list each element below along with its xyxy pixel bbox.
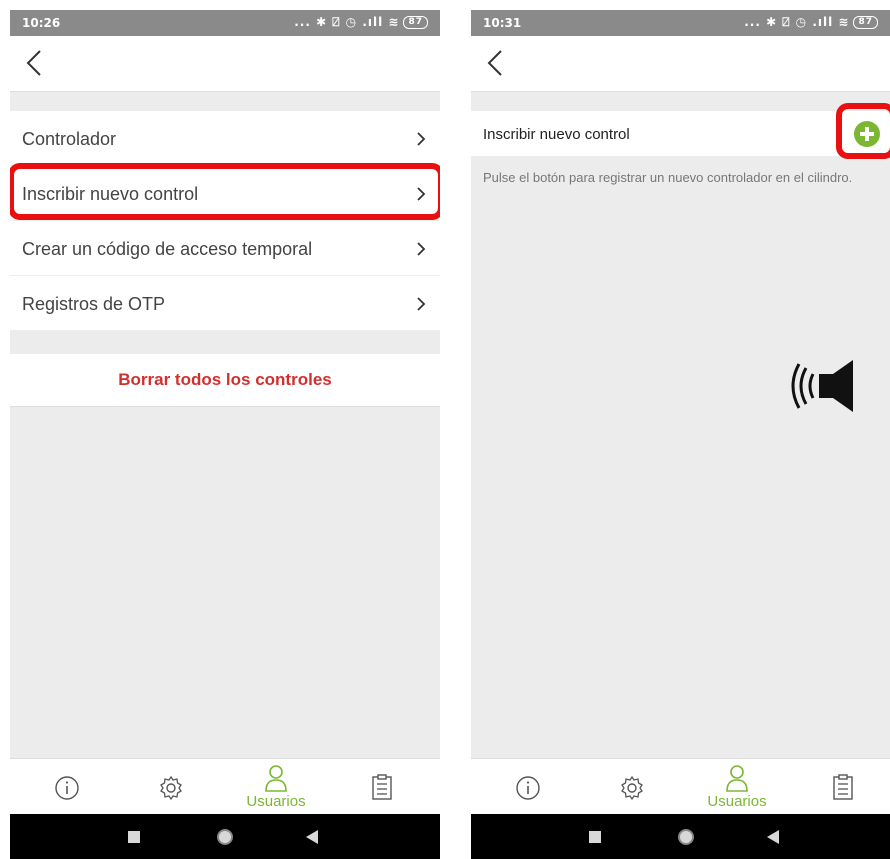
nav-usuarios[interactable]: Usuarios (697, 759, 777, 815)
nav-info[interactable] (488, 759, 568, 815)
system-nav-bar (10, 814, 440, 859)
square-icon[interactable] (589, 831, 601, 843)
user-icon (726, 765, 748, 792)
back-button[interactable] (483, 48, 509, 78)
status-icons: ... ✱ ⍁ ◷ .ıll ≋ 87 (744, 15, 878, 30)
app-bar (10, 36, 440, 92)
menu-item-label: Registros de OTP (22, 294, 166, 314)
nav-records[interactable] (803, 759, 883, 815)
settings-menu: Controlador Inscribir nuevo control Crea… (10, 111, 440, 331)
menu-item-label: Controlador (22, 129, 117, 149)
back-button[interactable] (22, 48, 48, 78)
status-bar: 10:31 ... ✱ ⍁ ◷ .ıll ≋ 87 (471, 10, 890, 36)
nav-settings[interactable] (592, 759, 672, 815)
highlight-box (836, 103, 890, 159)
info-icon (516, 776, 540, 800)
battery-icon: 87 (403, 16, 428, 29)
nav-usuarios[interactable]: Usuarios (236, 759, 316, 815)
back-chevron-icon (26, 50, 41, 76)
status-icons: ... ✱ ⍁ ◷ .ıll ≋ 87 (294, 15, 428, 30)
circle-icon[interactable] (677, 828, 695, 846)
highlight-box (10, 163, 440, 220)
nav-info[interactable] (27, 759, 107, 815)
instruction-text: Pulse el botón para registrar un nuevo c… (483, 170, 853, 185)
circle-icon[interactable] (216, 828, 234, 846)
page-title: Inscribir nuevo control (483, 126, 630, 143)
delete-all-controls-button[interactable]: Borrar todos los controles (10, 354, 440, 407)
menu-item-label: Crear un código de acceso temporal (22, 239, 313, 259)
bottom-nav: Usuarios (10, 758, 440, 815)
menu-item-registros-otp[interactable]: Registros de OTP (10, 276, 440, 331)
chevron-right-icon (417, 132, 426, 146)
clipboard-icon (833, 774, 853, 800)
status-time: 10:26 (22, 16, 61, 30)
menu-item-controlador[interactable]: Controlador (10, 111, 440, 166)
menu-item-codigo-temporal[interactable]: Crear un código de acceso temporal (10, 221, 440, 276)
right-phone-screen: 10:31 ... ✱ ⍁ ◷ .ıll ≋ 87 Inscribir nuev… (471, 10, 890, 859)
battery-icon: 87 (853, 16, 878, 29)
nav-usuarios-label: Usuarios (707, 793, 767, 810)
nav-records[interactable] (342, 759, 422, 815)
app-bar (471, 36, 890, 92)
nav-usuarios-label: Usuarios (246, 793, 306, 810)
status-indicator-icons: ... ✱ ⍁ ◷ .ıll ≋ (744, 15, 850, 29)
status-time: 10:31 (483, 16, 522, 30)
left-phone-screen: 10:26 ... ✱ ⍁ ◷ .ıll ≋ 87 Controlador In… (10, 10, 440, 859)
chevron-right-icon (417, 242, 426, 256)
chevron-right-icon (417, 297, 426, 311)
info-icon (55, 776, 79, 800)
square-icon[interactable] (128, 831, 140, 843)
system-nav-bar (471, 814, 890, 859)
delete-all-label: Borrar todos los controles (118, 370, 332, 389)
clipboard-icon (372, 774, 392, 800)
nav-settings[interactable] (131, 759, 211, 815)
bottom-nav: Usuarios (471, 758, 890, 815)
status-indicator-icons: ... ✱ ⍁ ◷ .ıll ≋ (294, 15, 400, 29)
triangle-back-icon[interactable] (767, 830, 779, 844)
triangle-back-icon[interactable] (306, 830, 318, 844)
status-bar: 10:26 ... ✱ ⍁ ◷ .ıll ≋ 87 (10, 10, 440, 36)
gear-icon (621, 775, 643, 801)
speaker-icon (791, 360, 853, 412)
back-chevron-icon (487, 50, 502, 76)
gear-icon (160, 775, 182, 801)
enroll-control-header: Inscribir nuevo control (471, 111, 890, 156)
user-icon (265, 765, 287, 792)
